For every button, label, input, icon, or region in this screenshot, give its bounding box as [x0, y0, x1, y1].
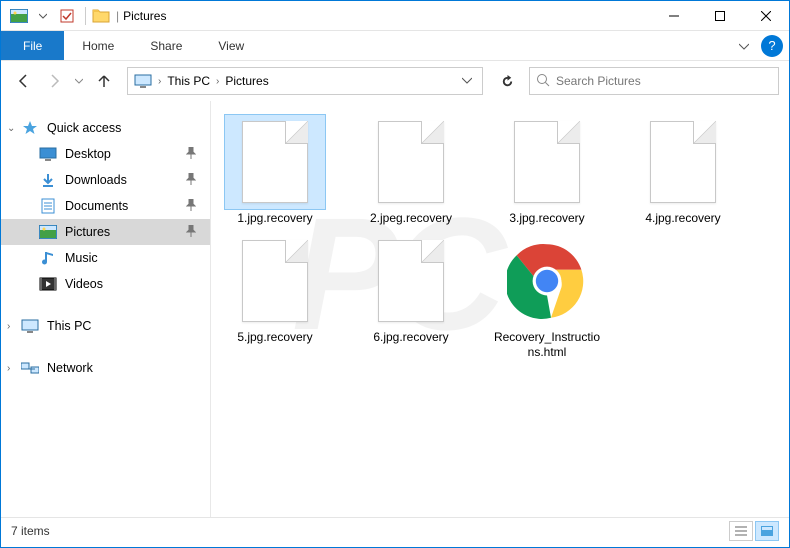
file-icon-wrap — [361, 115, 461, 209]
sidebar-item-label: Music — [65, 251, 98, 265]
ribbon-tabs: File Home Share View ? — [1, 31, 789, 61]
navigation-bar: › This PC › Pictures Search Pictures — [1, 61, 789, 101]
file-icon — [378, 240, 444, 322]
breadcrumb-this-pc[interactable]: This PC — [163, 74, 214, 88]
back-button[interactable] — [11, 68, 37, 94]
address-bar[interactable]: › This PC › Pictures — [127, 67, 483, 95]
refresh-button[interactable] — [493, 67, 521, 95]
minimize-button[interactable] — [651, 1, 697, 31]
music-icon — [39, 250, 57, 266]
file-label: 4.jpg.recovery — [645, 211, 720, 226]
ribbon-expand-button[interactable] — [731, 31, 757, 60]
network-icon — [21, 360, 39, 376]
file-icon — [242, 121, 308, 203]
sidebar-item-label: Videos — [65, 277, 103, 291]
file-item[interactable]: 4.jpg.recovery — [625, 115, 741, 226]
file-icon-wrap — [225, 115, 325, 209]
sidebar-item-desktop[interactable]: Desktop — [1, 141, 210, 167]
file-icon-wrap — [497, 115, 597, 209]
sidebar-item-label: Pictures — [65, 225, 110, 239]
caret-right-icon[interactable]: › — [7, 363, 10, 374]
status-bar: 7 items — [1, 517, 789, 543]
qat-dropdown-icon[interactable] — [33, 6, 53, 26]
search-icon — [536, 73, 550, 90]
chevron-right-icon[interactable]: › — [214, 76, 221, 87]
file-icon — [242, 240, 308, 322]
file-grid[interactable]: 1.jpg.recovery 2.jpeg.recovery 3.jpg.recov… — [211, 101, 789, 517]
caret-right-icon[interactable]: › — [7, 321, 10, 332]
sidebar-item-pictures[interactable]: Pictures — [1, 219, 210, 245]
file-icon-wrap — [361, 234, 461, 328]
navigation-pane: ⌄ Quick access Desktop Downloads Documents… — [1, 101, 211, 517]
file-label: 5.jpg.recovery — [237, 330, 312, 345]
sidebar-item-label: Desktop — [65, 147, 111, 161]
search-placeholder: Search Pictures — [556, 74, 641, 88]
recent-dropdown[interactable] — [71, 68, 87, 94]
sidebar-item-videos[interactable]: Videos — [1, 271, 210, 297]
view-large-icons-button[interactable] — [755, 521, 779, 541]
chevron-right-icon[interactable]: › — [156, 76, 163, 87]
desktop-icon — [39, 146, 57, 162]
up-button[interactable] — [91, 68, 117, 94]
pin-icon — [186, 199, 196, 214]
tab-share[interactable]: Share — [132, 31, 200, 60]
sidebar-item-downloads[interactable]: Downloads — [1, 167, 210, 193]
file-label: 2.jpeg.recovery — [370, 211, 452, 226]
close-button[interactable] — [743, 1, 789, 31]
file-icon-wrap — [497, 234, 597, 328]
file-item[interactable]: 3.jpg.recovery — [489, 115, 605, 226]
help-button[interactable]: ? — [761, 35, 783, 57]
qat-separator — [85, 7, 86, 25]
maximize-button[interactable] — [697, 1, 743, 31]
sidebar-item-network[interactable]: › Network — [1, 355, 210, 381]
pictures-icon — [39, 224, 57, 240]
file-icon-wrap — [225, 234, 325, 328]
file-icon — [378, 121, 444, 203]
file-item[interactable]: 5.jpg.recovery — [217, 234, 333, 360]
file-icon — [514, 121, 580, 203]
sidebar-item-label: Downloads — [65, 173, 127, 187]
pin-icon — [186, 147, 196, 162]
pin-icon — [186, 173, 196, 188]
file-label: Recovery_Instructions.html — [492, 330, 602, 360]
file-item[interactable]: 1.jpg.recovery — [217, 115, 333, 226]
forward-button[interactable] — [41, 68, 67, 94]
app-icon — [9, 6, 29, 26]
tab-view[interactable]: View — [200, 31, 262, 60]
sidebar-item-this-pc[interactable]: › This PC — [1, 313, 210, 339]
pc-icon — [134, 74, 152, 88]
sidebar-item-quick-access[interactable]: ⌄ Quick access — [1, 115, 210, 141]
folder-icon — [92, 7, 110, 25]
file-icon-wrap — [633, 115, 733, 209]
qat-properties-icon[interactable] — [57, 6, 77, 26]
file-label: 1.jpg.recovery — [237, 211, 312, 226]
pin-icon — [186, 225, 196, 240]
pc-icon — [21, 318, 39, 334]
search-input[interactable]: Search Pictures — [529, 67, 779, 95]
breadcrumb-pictures[interactable]: Pictures — [221, 74, 272, 88]
window-title: Pictures — [123, 9, 166, 23]
caret-down-icon[interactable]: ⌄ — [7, 123, 15, 134]
sidebar-item-documents[interactable]: Documents — [1, 193, 210, 219]
file-tab[interactable]: File — [1, 31, 64, 60]
star-icon — [21, 120, 39, 136]
file-icon — [650, 121, 716, 203]
view-details-button[interactable] — [729, 521, 753, 541]
file-label: 3.jpg.recovery — [509, 211, 584, 226]
item-count: 7 items — [11, 524, 50, 538]
address-dropdown-icon[interactable] — [454, 72, 480, 90]
file-item[interactable]: 2.jpeg.recovery — [353, 115, 469, 226]
documents-icon — [39, 198, 57, 214]
file-label: 6.jpg.recovery — [373, 330, 448, 345]
title-bar: | Pictures — [1, 1, 789, 31]
file-item[interactable]: Recovery_Instructions.html — [489, 234, 605, 360]
sidebar-item-music[interactable]: Music — [1, 245, 210, 271]
downloads-icon — [39, 172, 57, 188]
tab-home[interactable]: Home — [64, 31, 132, 60]
videos-icon — [39, 276, 57, 292]
file-item[interactable]: 6.jpg.recovery — [353, 234, 469, 360]
sidebar-item-label: Documents — [65, 199, 128, 213]
title-separator: | — [116, 9, 119, 23]
